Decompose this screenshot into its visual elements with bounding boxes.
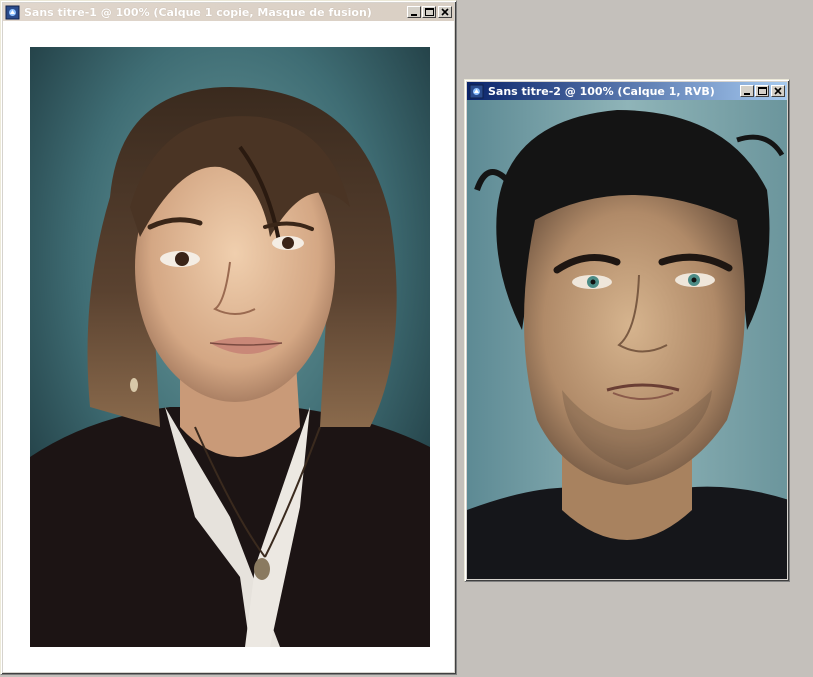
minimize-icon — [744, 93, 750, 95]
close-icon — [774, 87, 782, 95]
portrait-young-woman-image — [30, 47, 430, 647]
window-1-controls — [406, 6, 452, 18]
maximize-icon — [424, 8, 434, 16]
window-2-controls — [739, 85, 785, 97]
photoshop-document-icon — [469, 84, 484, 98]
window-1-canvas[interactable] — [3, 21, 454, 672]
window-2-minimize-button[interactable] — [740, 85, 754, 97]
document-window-1[interactable]: Sans titre-1 @ 100% (Calque 1 copie, Mas… — [0, 0, 457, 675]
window-2-title: Sans titre-2 @ 100% (Calque 1, RVB) — [488, 84, 715, 98]
window-1-maximize-button[interactable] — [422, 6, 436, 18]
window-2-close-button[interactable] — [771, 85, 785, 97]
close-icon — [441, 8, 449, 16]
window-1-title: Sans titre-1 @ 100% (Calque 1 copie, Mas… — [24, 5, 372, 19]
document-window-2[interactable]: Sans titre-2 @ 100% (Calque 1, RVB) — [464, 79, 790, 582]
window-2-titlebar[interactable]: Sans titre-2 @ 100% (Calque 1, RVB) — [467, 82, 787, 100]
photoshop-document-icon — [5, 5, 20, 19]
window-2-maximize-button[interactable] — [755, 85, 769, 97]
window-1-titlebar[interactable]: Sans titre-1 @ 100% (Calque 1 copie, Mas… — [3, 3, 454, 21]
window-1-minimize-button[interactable] — [407, 6, 421, 18]
window-2-canvas[interactable] — [467, 100, 787, 579]
maximize-icon — [757, 87, 767, 95]
portrait-man-image — [467, 100, 787, 579]
window-1-close-button[interactable] — [438, 6, 452, 18]
photoshop-workspace: Sans titre-1 @ 100% (Calque 1 copie, Mas… — [0, 0, 813, 677]
minimize-icon — [411, 14, 417, 16]
